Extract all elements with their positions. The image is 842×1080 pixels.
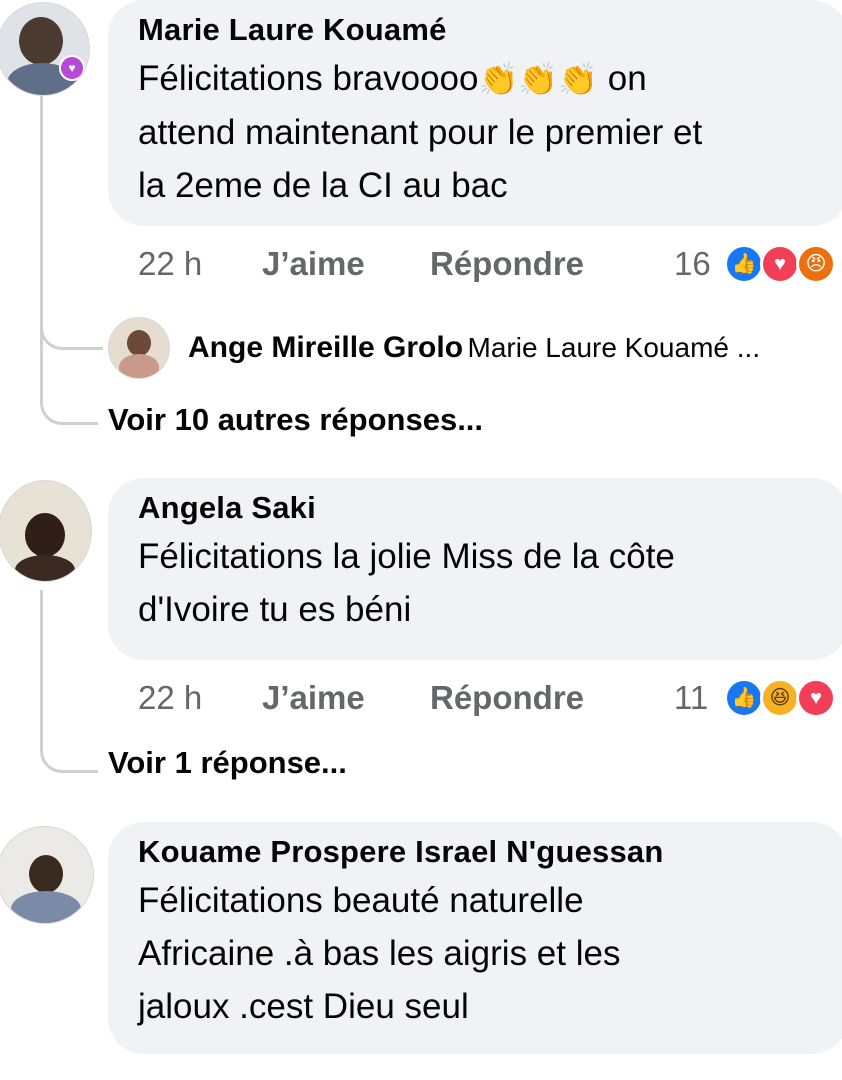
angry-icon: 😠: [796, 244, 836, 284]
reply-button[interactable]: Répondre: [430, 678, 584, 718]
view-more-replies-link[interactable]: Voir 1 réponse...: [108, 743, 347, 783]
reply-author[interactable]: Ange Mireille Grolo: [188, 331, 463, 364]
heart-badge-icon: ♥: [59, 55, 85, 81]
comment-author[interactable]: Marie Laure Kouamé: [138, 8, 820, 52]
comment-author[interactable]: Angela Saki: [138, 486, 820, 530]
avatar[interactable]: [0, 826, 94, 924]
avatar[interactable]: ♥: [0, 2, 90, 96]
reaction-count[interactable]: 16: [674, 244, 711, 284]
reply-preview[interactable]: Ange Mireille Grolo Marie Laure Kouamé .…: [188, 328, 760, 373]
like-button[interactable]: J’aime: [262, 244, 365, 284]
reaction-count[interactable]: 11: [674, 678, 708, 718]
comment-author[interactable]: Kouame Prospere Israel N'guessan: [138, 830, 820, 874]
reply-button[interactable]: Répondre: [430, 244, 584, 284]
comment-actions: 22 h J’aime Répondre: [0, 244, 842, 284]
comment-text: Félicitations bravoooo👏👏👏 on attend main…: [138, 52, 820, 212]
comment-time[interactable]: 22 h: [138, 244, 202, 284]
comment-bubble[interactable]: Marie Laure Kouamé Félicitations bravooo…: [108, 0, 842, 226]
thread-connector: [40, 305, 103, 350]
comment-time[interactable]: 22 h: [138, 678, 202, 718]
haha-icon: 😆: [760, 678, 800, 718]
reply-avatar[interactable]: [108, 317, 170, 379]
comment-bubble[interactable]: Kouame Prospere Israel N'guessan Félicit…: [108, 822, 842, 1054]
like-button[interactable]: J’aime: [262, 678, 365, 718]
like-icon: 👍: [724, 244, 764, 284]
love-icon: ♥: [760, 244, 800, 284]
avatar[interactable]: [0, 480, 92, 582]
thread-connector: [40, 728, 98, 773]
love-icon: ♥: [796, 678, 836, 718]
comment-bubble[interactable]: Angela Saki Félicitations la jolie Miss …: [108, 478, 842, 660]
view-more-replies-link[interactable]: Voir 10 autres réponses...: [108, 400, 483, 440]
thread-connector: [40, 380, 98, 425]
comment-text: Félicitations la jolie Miss de la côte d…: [138, 537, 675, 629]
like-icon: 👍: [724, 678, 764, 718]
comment-actions: 22 h J’aime Répondre: [0, 678, 842, 718]
reply-text: Marie Laure Kouamé ...: [467, 332, 761, 363]
comment-text: Félicitations beauté naturelle Africaine…: [138, 881, 621, 1026]
clapping-hands-icon: 👏👏👏: [478, 61, 598, 97]
